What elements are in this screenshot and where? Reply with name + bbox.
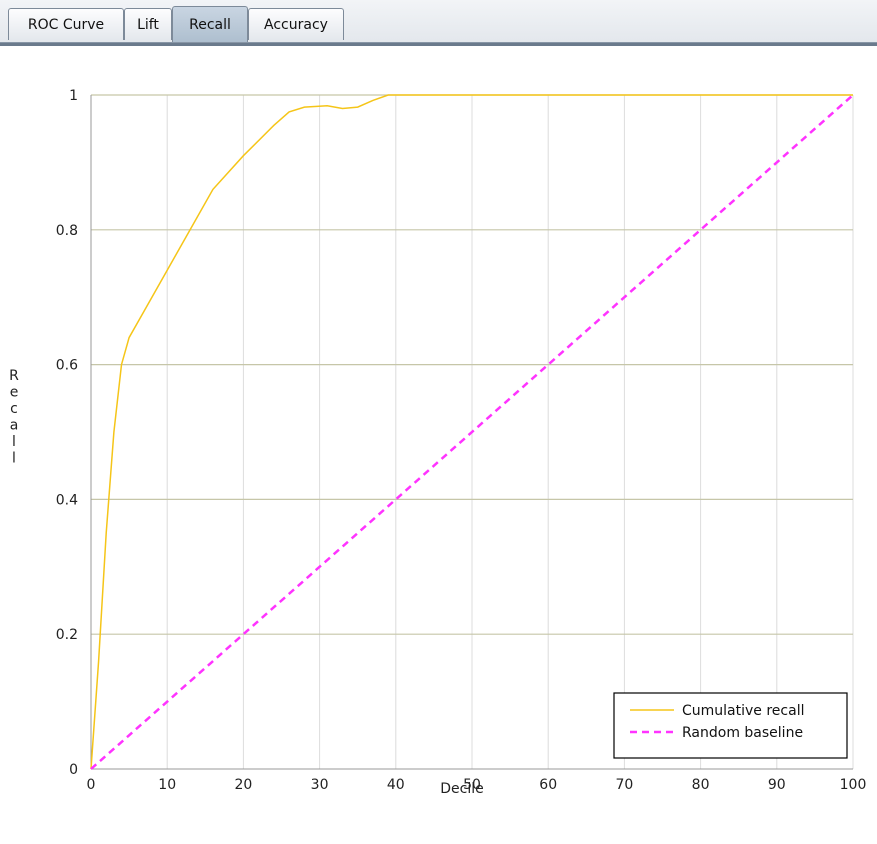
y-tick-label: 1 <box>69 88 78 104</box>
y-tick-label: 0.6 <box>56 358 78 374</box>
x-tick-label: 30 <box>311 777 329 793</box>
x-axis-label: Decile <box>440 781 483 797</box>
tab-lift[interactable]: Lift <box>124 8 172 40</box>
y-tick-label: 0.8 <box>56 223 78 239</box>
y-axis-label: Recall <box>9 368 19 467</box>
x-tick-label: 20 <box>234 777 252 793</box>
x-tick-label: 70 <box>615 777 633 793</box>
x-tick-label: 10 <box>158 777 176 793</box>
x-tick-label: 100 <box>840 777 867 793</box>
legend-label: Cumulative recall <box>682 703 804 719</box>
x-tick-label: 80 <box>692 777 710 793</box>
x-tick-label: 40 <box>387 777 405 793</box>
axis-labels: Decile R e c a l l <box>9 368 484 797</box>
y-tick-label: 0.4 <box>56 492 78 508</box>
tab-roc-curve[interactable]: ROC Curve <box>8 8 124 40</box>
x-tick-label: 60 <box>539 777 557 793</box>
tab-bar: ROC Curve Lift Recall Accuracy <box>0 0 877 46</box>
chart-area: 0 10 20 30 40 50 60 70 80 90 100 0 0.2 0.4 0.6 0.8 1 Cum… <box>0 45 877 840</box>
tab-recall[interactable]: Recall <box>172 6 248 42</box>
y-tick-label: 0.2 <box>56 627 78 643</box>
tab-accuracy[interactable]: Accuracy <box>248 8 344 40</box>
x-tick-label: 0 <box>87 777 96 793</box>
y-tick-label: 0 <box>69 762 78 778</box>
legend: Cumulative recall Random baseline <box>613 692 848 759</box>
recall-chart: 0 10 20 30 40 50 60 70 80 90 10000.20.40.60.81 Cum… <box>9 88 867 797</box>
legend-label: Random baseline <box>682 725 803 741</box>
x-tick-label: 90 <box>768 777 786 793</box>
